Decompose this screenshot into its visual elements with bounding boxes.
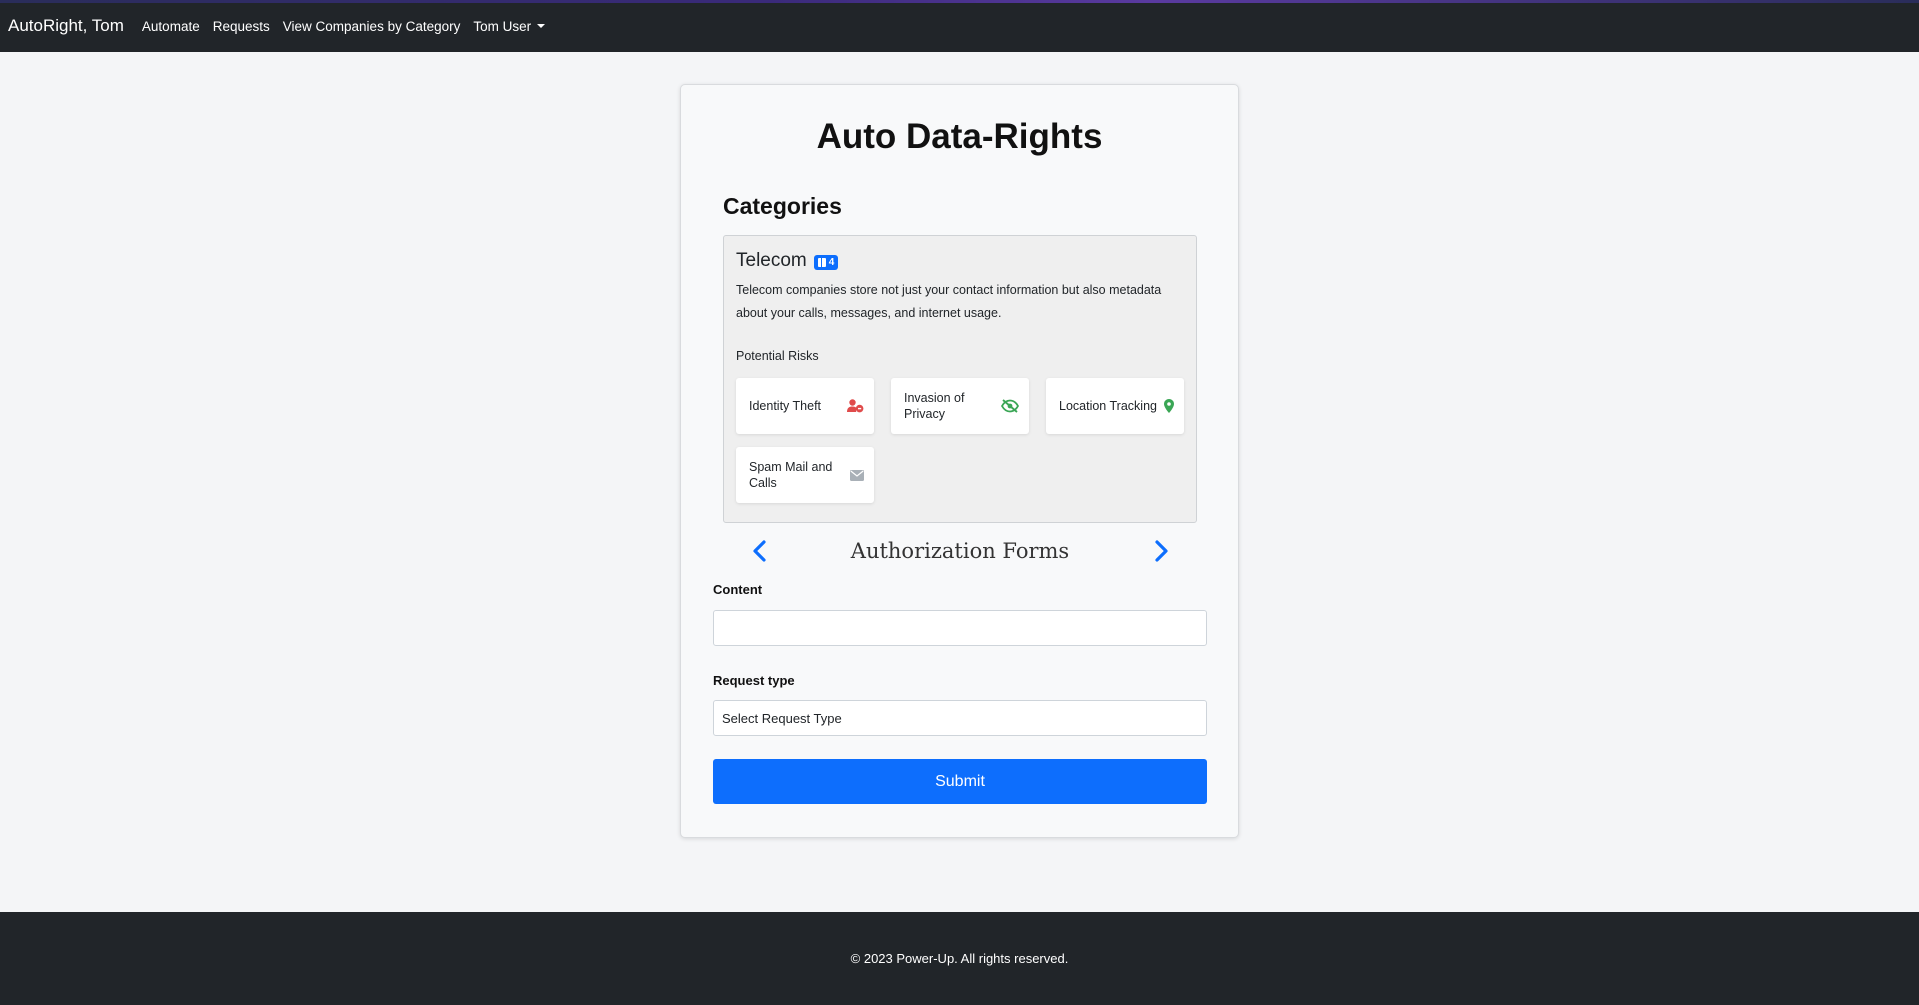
- building-icon: [817, 257, 826, 267]
- caret-down-icon: [537, 24, 546, 28]
- navbar-accent-line: [0, 0, 1919, 3]
- risk-label: Spam Mail and Calls: [749, 460, 833, 490]
- nav-link-view-companies[interactable]: View Companies by Category: [283, 19, 461, 34]
- risk-label: Location Tracking: [1059, 399, 1157, 413]
- authorization-forms-title: Authorization Forms: [850, 539, 1070, 563]
- nav-link-automate[interactable]: Automate: [142, 19, 200, 34]
- page-title: Auto Data-Rights: [816, 117, 1103, 156]
- category-description: Telecom companies store not just your co…: [736, 283, 1162, 320]
- content-label: Content: [713, 582, 763, 597]
- page-footer: © 2023 Power-Up. All rights reserved.: [0, 912, 1919, 1005]
- potential-risks-label: Potential Risks: [736, 349, 819, 363]
- category-name: Telecom: [736, 250, 807, 271]
- chevron-right-icon: [1155, 540, 1168, 562]
- brand-link[interactable]: AutoRight, Tom: [8, 16, 124, 36]
- company-count-badge: 4: [813, 254, 839, 270]
- risk-label: Identity Theft: [749, 399, 822, 413]
- risk-label: Invasion of Privacy: [904, 391, 965, 421]
- main-card: Auto Data-Rights Categories Telecom 4 Te…: [680, 84, 1239, 838]
- request-type-label: Request type: [713, 673, 795, 688]
- user-shield-icon: [847, 399, 864, 413]
- map-marker-icon: [1164, 399, 1174, 413]
- eye-slash-icon: [1001, 399, 1019, 413]
- top-navbar: AutoRight, Tom Automate Requests View Co…: [0, 0, 1919, 52]
- risk-invasion-of-privacy: Invasion of Privacy: [891, 378, 1029, 434]
- request-type-select[interactable]: Select Request Type: [713, 700, 1207, 736]
- authorization-forms-nav: Authorization Forms: [723, 531, 1197, 571]
- envelope-icon: [850, 469, 864, 481]
- risk-identity-theft: Identity Theft: [736, 378, 874, 434]
- nav-link-requests[interactable]: Requests: [213, 19, 270, 34]
- user-menu-dropdown[interactable]: Tom User: [473, 18, 546, 34]
- content-input[interactable]: [713, 610, 1207, 646]
- category-card: Telecom 4 Telecom companies store not ju…: [723, 235, 1197, 523]
- category-title: Telecom 4: [736, 250, 839, 272]
- company-count: 4: [828, 256, 835, 268]
- risk-spam-mail-and-calls: Spam Mail and Calls: [736, 447, 874, 503]
- user-menu-label: Tom User: [473, 18, 532, 34]
- risk-location-tracking: Location Tracking: [1046, 378, 1184, 434]
- submit-button[interactable]: Submit: [713, 759, 1207, 804]
- categories-heading: Categories: [723, 193, 842, 219]
- next-arrow-button[interactable]: [1149, 537, 1175, 565]
- copyright-text: © 2023 Power-Up. All rights reserved.: [850, 951, 1069, 966]
